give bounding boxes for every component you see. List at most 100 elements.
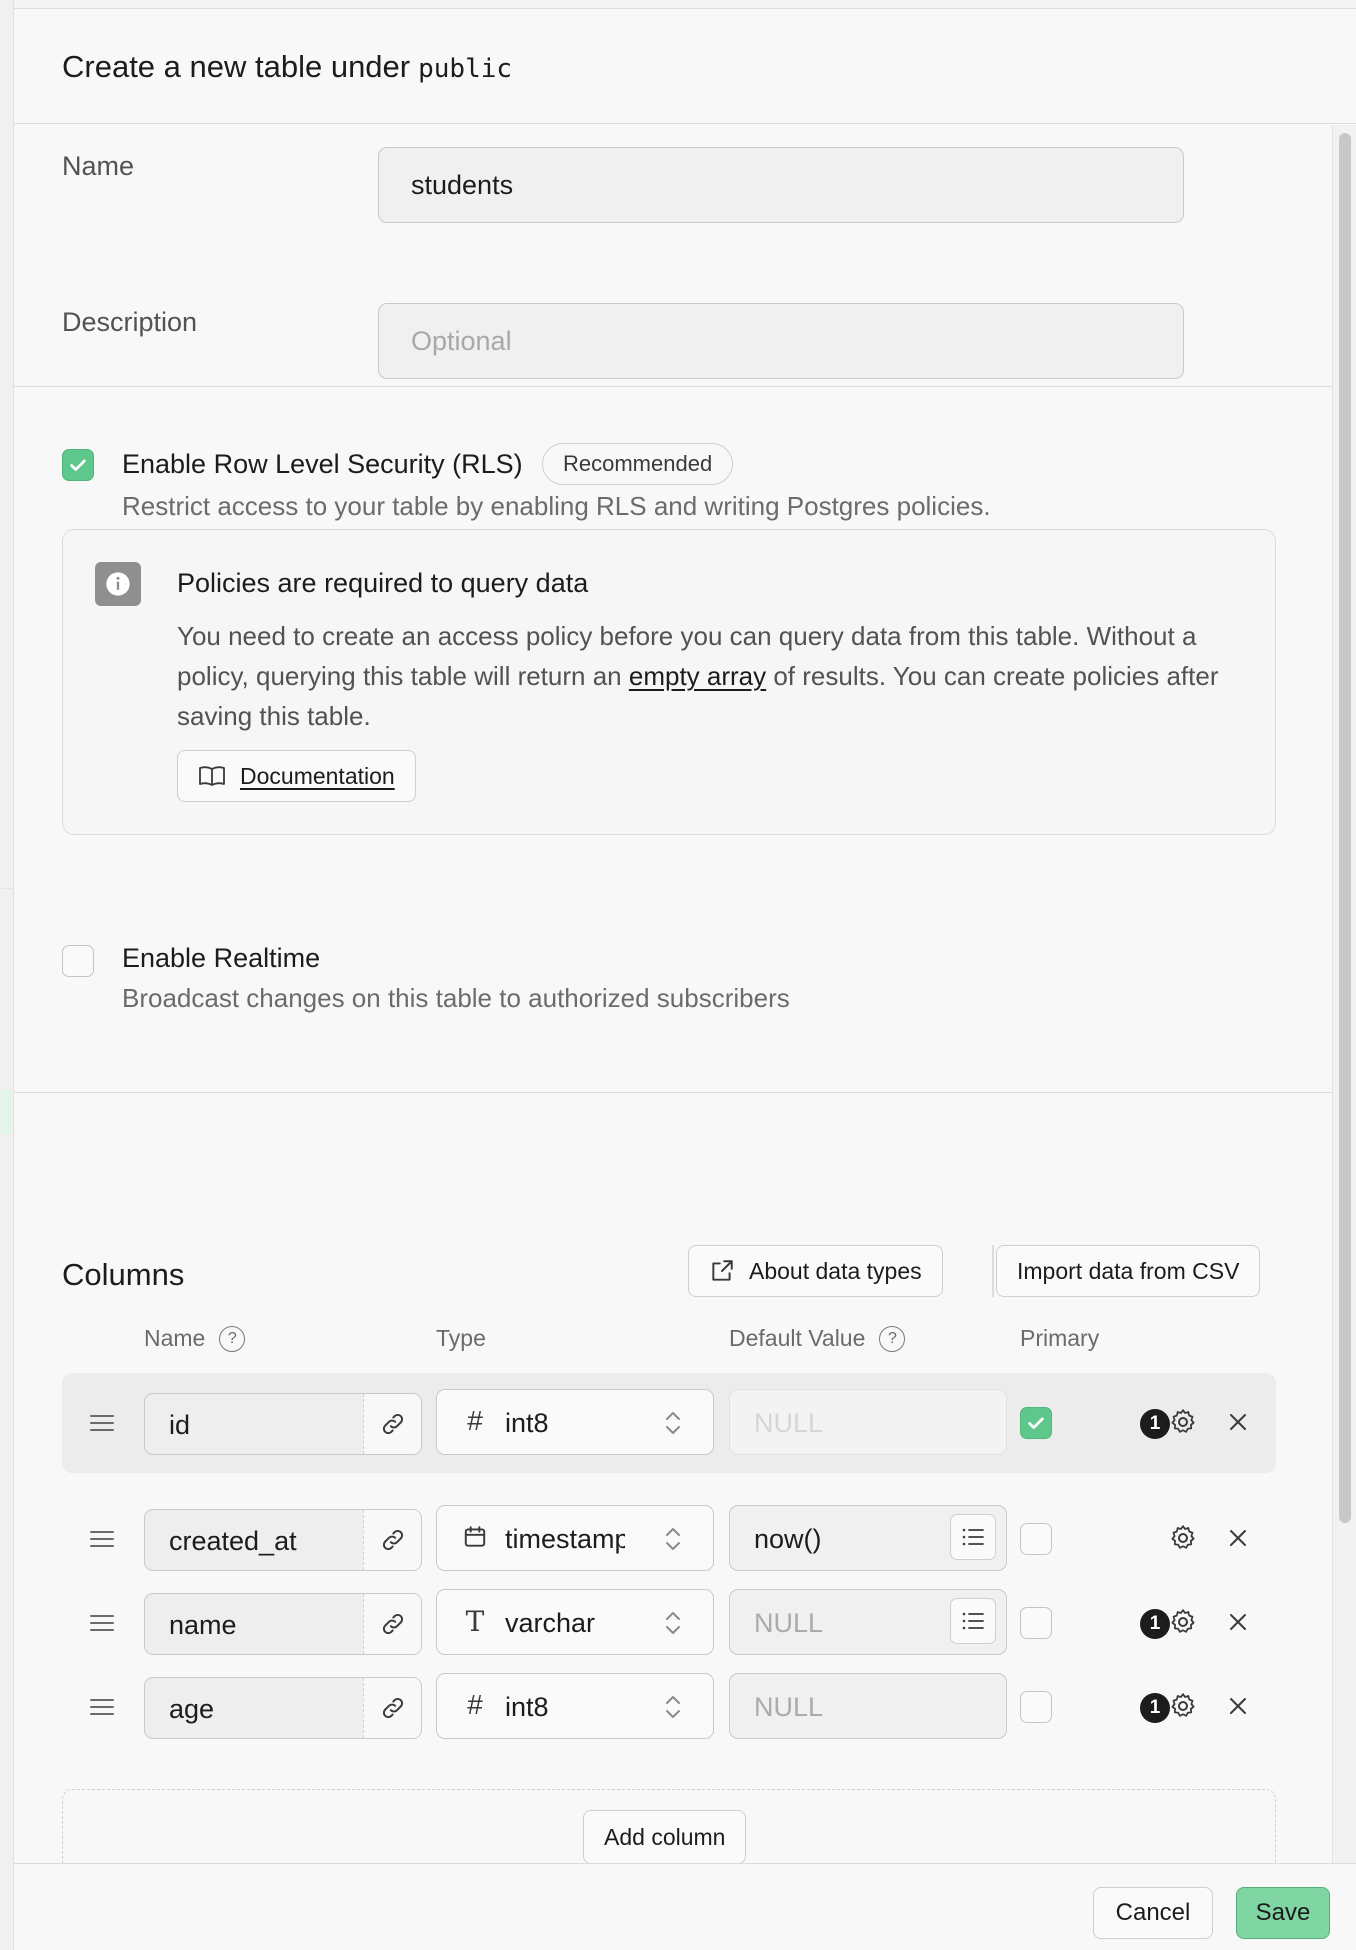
- column-header-default-label: Default Value: [729, 1325, 866, 1351]
- column-name-value: created_at: [169, 1526, 297, 1556]
- empty-array-link[interactable]: empty array: [629, 661, 766, 691]
- backdrop-divider: [0, 888, 14, 889]
- column-type-select[interactable]: timestamp: [436, 1505, 714, 1571]
- external-link-icon: [712, 1260, 733, 1281]
- column-type-value: int8: [505, 1408, 549, 1438]
- chevron-updown-icon: [666, 1412, 680, 1434]
- close-icon[interactable]: [1226, 1610, 1250, 1634]
- gear-icon[interactable]: [1168, 1523, 1198, 1553]
- info-icon: [95, 562, 141, 606]
- general-section: Name Description: [14, 125, 1332, 387]
- realtime-checkbox[interactable]: [62, 945, 94, 977]
- cancel-button[interactable]: Cancel: [1093, 1887, 1213, 1939]
- column-header-primary: Primary: [1020, 1325, 1099, 1352]
- column-name-input[interactable]: created_at: [144, 1509, 422, 1571]
- scrollbar-thumb[interactable]: [1339, 133, 1351, 1523]
- foreign-key-button[interactable]: [363, 1594, 421, 1654]
- drag-handle-icon[interactable]: [90, 1699, 114, 1717]
- default-value-input[interactable]: NULL: [729, 1589, 1007, 1655]
- column-header-name: Name ?: [144, 1325, 246, 1352]
- column-type-value: timestamp: [505, 1524, 625, 1554]
- close-icon[interactable]: [1226, 1694, 1250, 1718]
- chevron-updown-icon: [666, 1528, 680, 1550]
- column-type-select[interactable]: T varchar: [436, 1589, 714, 1655]
- panel-title-text: Create a new table under: [62, 49, 411, 84]
- rls-title: Enable Row Level Security (RLS): [122, 449, 523, 479]
- column-header-type: Type: [436, 1325, 486, 1352]
- column-name-value: age: [169, 1694, 215, 1724]
- drag-handle-icon[interactable]: [90, 1531, 114, 1549]
- close-icon[interactable]: [1226, 1410, 1250, 1434]
- backdrop-fragment: [0, 1090, 12, 1134]
- link-icon: [382, 1413, 403, 1435]
- help-icon[interactable]: ?: [219, 1325, 246, 1352]
- rls-checkbox[interactable]: [62, 449, 94, 481]
- primary-checkbox[interactable]: [1020, 1607, 1052, 1639]
- default-value: NULL: [754, 1692, 824, 1722]
- book-icon: [199, 766, 225, 786]
- column-type-select[interactable]: # int8: [436, 1389, 714, 1455]
- about-data-types-label: About data types: [749, 1257, 922, 1284]
- documentation-button[interactable]: Documentation: [177, 750, 416, 802]
- primary-checkbox[interactable]: [1020, 1691, 1052, 1723]
- column-name-input[interactable]: age: [144, 1677, 422, 1739]
- default-suggestions-button[interactable]: [950, 1598, 996, 1644]
- drag-handle-icon[interactable]: [90, 1615, 114, 1633]
- column-header-name-label: Name: [144, 1325, 206, 1351]
- name-label: Name: [62, 151, 135, 181]
- drag-handle-icon[interactable]: [90, 1415, 114, 1433]
- button-divider: [992, 1245, 994, 1297]
- foreign-key-button[interactable]: [363, 1678, 421, 1738]
- options-section: Enable Row Level Security (RLS) Recommen…: [14, 387, 1332, 1093]
- column-header-default: Default Value ?: [729, 1325, 906, 1352]
- check-icon: [1028, 1417, 1044, 1429]
- policies-callout: Policies are required to query data You …: [62, 529, 1276, 835]
- column-type-value: varchar: [505, 1608, 596, 1638]
- foreign-key-button[interactable]: [363, 1510, 421, 1570]
- check-icon: [70, 459, 86, 471]
- primary-checkbox[interactable]: [1020, 1523, 1052, 1555]
- create-table-panel: Create a new table underpublic Name Desc…: [14, 8, 1356, 1950]
- column-type-value: int8: [505, 1692, 549, 1722]
- foreign-key-button[interactable]: [363, 1394, 421, 1454]
- gear-icon[interactable]: [1168, 1607, 1198, 1637]
- default-suggestions-button[interactable]: [950, 1514, 996, 1560]
- chevron-updown-icon: [666, 1696, 680, 1718]
- default-value: NULL: [754, 1408, 824, 1438]
- default-value-input[interactable]: NULL: [729, 1673, 1007, 1739]
- scrollbar[interactable]: [1332, 125, 1356, 1863]
- save-button[interactable]: Save: [1236, 1887, 1330, 1939]
- text-type-icon: T: [465, 1604, 485, 1638]
- link-icon: [382, 1613, 403, 1635]
- close-icon[interactable]: [1226, 1526, 1250, 1550]
- column-name-value: name: [169, 1610, 237, 1640]
- calendar-icon: [461, 1523, 489, 1551]
- panel-footer: Cancel Save: [14, 1863, 1356, 1950]
- import-csv-button[interactable]: Import data from CSV: [996, 1245, 1261, 1297]
- gear-icon[interactable]: [1168, 1691, 1198, 1721]
- backdrop-page: [0, 0, 14, 1950]
- panel-title: Create a new table under public: [62, 49, 512, 85]
- default-value-input[interactable]: now(): [729, 1505, 1007, 1571]
- list-icon: [962, 1528, 984, 1546]
- column-type-select[interactable]: # int8: [436, 1673, 714, 1739]
- columns-title: Columns: [62, 1257, 185, 1292]
- description-input[interactable]: [378, 303, 1184, 379]
- documentation-label: Documentation: [240, 762, 395, 789]
- primary-checkbox[interactable]: [1020, 1407, 1052, 1439]
- rls-description: Restrict access to your table by enablin…: [122, 491, 991, 521]
- add-column-button[interactable]: Add column: [583, 1810, 747, 1864]
- import-csv-label: Import data from CSV: [1017, 1257, 1240, 1284]
- table-name-input[interactable]: [378, 147, 1184, 223]
- gear-icon[interactable]: [1168, 1407, 1198, 1437]
- column-name-input[interactable]: id: [144, 1393, 422, 1455]
- help-icon[interactable]: ?: [879, 1325, 906, 1352]
- settings-count-badge: 1: [1140, 1693, 1170, 1723]
- backdrop-fragment: [0, 1022, 12, 1054]
- about-data-types-button[interactable]: About data types: [688, 1245, 943, 1297]
- column-name-input[interactable]: name: [144, 1593, 422, 1655]
- default-value: NULL: [754, 1608, 824, 1638]
- settings-count-badge: 1: [1140, 1409, 1170, 1439]
- callout-title: Policies are required to query data: [177, 568, 589, 598]
- chevron-updown-icon: [666, 1612, 680, 1634]
